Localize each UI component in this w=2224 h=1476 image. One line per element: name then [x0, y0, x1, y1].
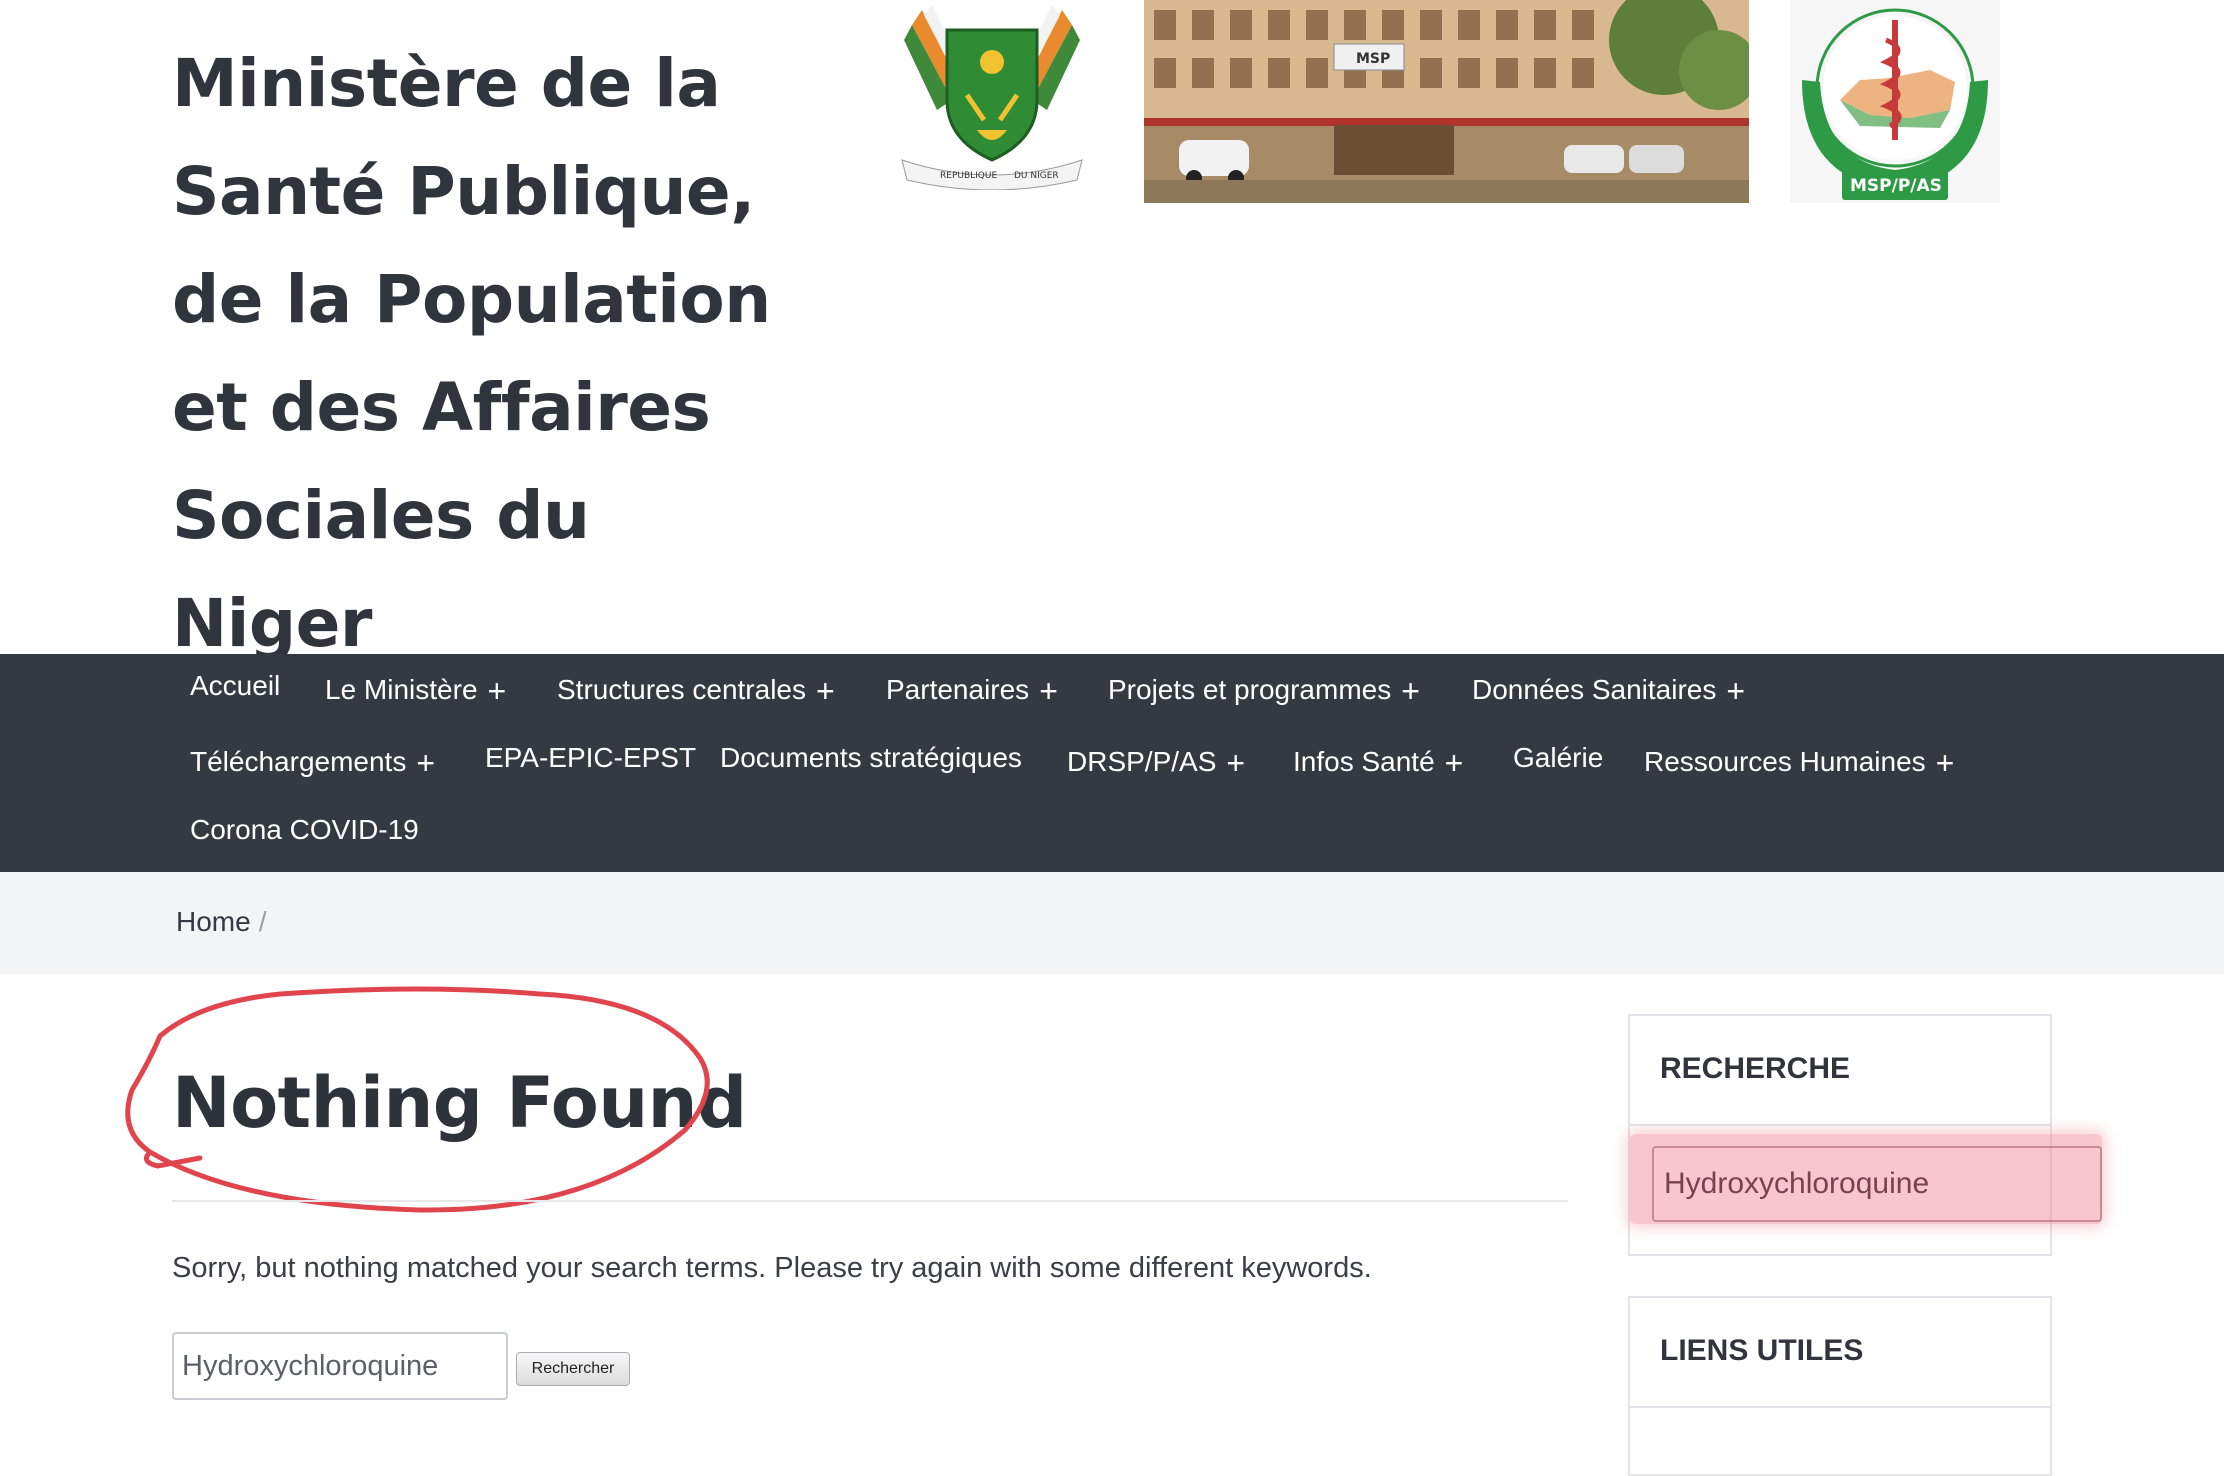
breadcrumb: Home / — [176, 906, 266, 938]
submenu-plus-icon[interactable]: + — [1726, 673, 1745, 709]
nav-item-structures-centrales[interactable]: Structures centrales + — [557, 670, 835, 709]
submenu-plus-icon[interactable]: + — [1401, 673, 1420, 709]
nav-item-ressources-humaines[interactable]: Ressources Humaines + — [1644, 742, 1955, 781]
search-input[interactable] — [172, 1332, 508, 1400]
nav-item-label: Accueil — [190, 670, 281, 701]
site-title-line: Santé Publique, — [172, 153, 755, 230]
nav-item-infos-sante[interactable]: Infos Santé + — [1293, 742, 1464, 781]
nav-item-telechargements[interactable]: Téléchargements + — [190, 742, 435, 781]
search-widget-title: RECHERCHE — [1660, 1052, 1851, 1085]
nav-item-corona-covid[interactable]: Corona COVID-19 — [190, 814, 419, 846]
nav-item-galerie[interactable]: Galérie — [1513, 742, 1603, 774]
building-sign-text: MSP — [1356, 51, 1390, 67]
nav-item-epa-epic-epst[interactable]: EPA-EPIC-EPST — [485, 742, 696, 774]
submenu-plus-icon[interactable]: + — [1039, 673, 1058, 709]
nav-item-label: Documents stratégiques — [720, 742, 1022, 773]
nav-item-le-ministere[interactable]: Le Ministère + — [325, 670, 507, 709]
nav-item-accueil[interactable]: Accueil — [190, 670, 280, 702]
nav-item-donnees-sanitaires[interactable]: Données Sanitaires + — [1472, 670, 1745, 709]
submenu-plus-icon[interactable]: + — [816, 673, 835, 709]
nav-item-label: EPA-EPIC-EPST — [485, 742, 697, 773]
breadcrumb-bar: Home / — [0, 872, 2224, 974]
search-button[interactable]: Rechercher — [516, 1352, 630, 1386]
breadcrumb-home-link[interactable]: Home — [176, 906, 251, 937]
no-results-message: Sorry, but nothing matched your search t… — [172, 1252, 1372, 1284]
nav-item-partenaires[interactable]: Partenaires + — [886, 670, 1058, 709]
sidebar-search-input[interactable] — [1652, 1146, 2102, 1222]
nav-item-label: DRSP/P/AS — [1067, 746, 1217, 777]
msp-logo[interactable]: MSP/P/AS — [1790, 0, 2000, 203]
breadcrumb-separator: / — [258, 906, 267, 937]
submenu-plus-icon[interactable]: + — [1226, 745, 1245, 781]
submenu-plus-icon[interactable]: + — [416, 745, 435, 781]
main-navigation: Accueil Le Ministère + Structures central… — [0, 654, 2224, 872]
nav-item-documents-strategiques[interactable]: Documents stratégiques — [720, 742, 1022, 774]
site-title-line: et des Affaires — [172, 369, 711, 446]
submenu-plus-icon[interactable]: + — [1445, 745, 1464, 781]
nav-item-label: Le Ministère — [325, 674, 478, 705]
site-title[interactable]: Ministère de la Santé Publique, de la Po… — [172, 30, 792, 678]
nav-item-label: Galérie — [1513, 742, 1604, 773]
nav-item-label: Corona COVID-19 — [190, 814, 419, 845]
msp-logo-caption: MSP/P/AS — [1850, 176, 1942, 196]
coat-caption-left: REPUBLIQUE — [940, 171, 997, 181]
coat-caption-right: DU NIGER — [1014, 171, 1059, 181]
submenu-plus-icon[interactable]: + — [1936, 745, 1955, 781]
nav-item-label: Ressources Humaines — [1644, 746, 1926, 777]
nav-item-label: Infos Santé — [1293, 746, 1435, 777]
ministry-building-photo: MSP — [1144, 0, 1749, 203]
nav-item-label: Structures centrales — [557, 674, 806, 705]
nav-item-projets-et-programmes[interactable]: Projets et programmes + — [1108, 670, 1420, 709]
site-title-line: Ministère de la — [172, 45, 721, 122]
nav-item-label: Téléchargements — [190, 746, 407, 777]
widget-divider — [1630, 1406, 2050, 1408]
widget-divider — [1630, 1124, 2050, 1126]
site-title-line: de la Population — [172, 261, 771, 338]
coat-of-arms-logo[interactable]: REPUBLIQUE DU NIGER — [892, 0, 1092, 190]
nav-item-drsp[interactable]: DRSP/P/AS + — [1067, 742, 1245, 781]
nav-item-label: Données Sanitaires — [1472, 674, 1717, 705]
nav-item-label: Projets et programmes — [1108, 674, 1392, 705]
useful-links-widget: LIENS UTILES — [1628, 1296, 2052, 1476]
nav-item-label: Partenaires — [886, 674, 1030, 705]
title-divider — [172, 1200, 1568, 1202]
site-title-line: Sociales du Niger — [172, 477, 590, 662]
useful-links-title: LIENS UTILES — [1660, 1334, 1864, 1367]
submenu-plus-icon[interactable]: + — [488, 673, 507, 709]
